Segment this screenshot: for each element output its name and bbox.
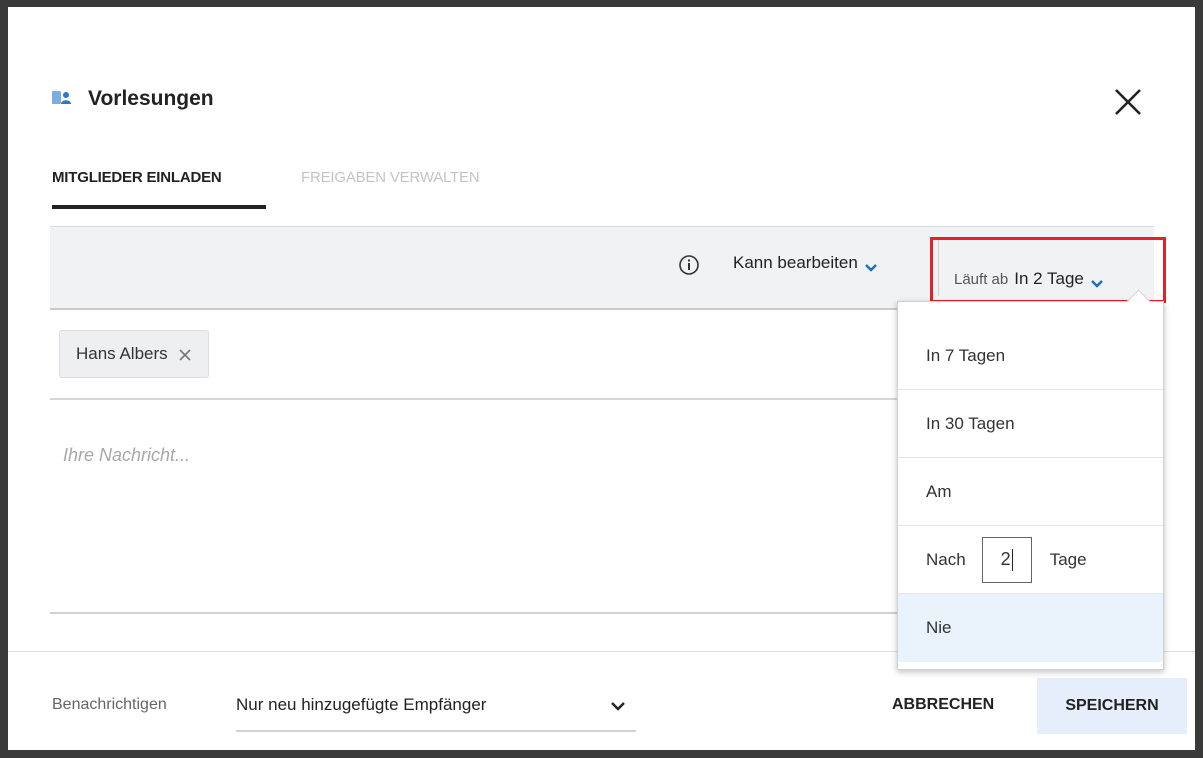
text-cursor <box>1011 548 1013 571</box>
expiry-option-7-days[interactable]: In 7 Tagen <box>898 322 1163 390</box>
remove-recipient-icon[interactable] <box>178 347 192 361</box>
cancel-button[interactable]: ABBRECHEN <box>892 696 994 714</box>
message-underline <box>50 612 910 614</box>
group-folder-icon <box>52 89 74 110</box>
save-button[interactable]: SPEICHERN <box>1037 678 1187 734</box>
share-dialog: Vorlesungen MITGLIEDER EINLADEN FREIGABE… <box>8 7 1195 750</box>
permission-select[interactable]: Kann bearbeiten <box>733 253 878 273</box>
dialog-header: Vorlesungen <box>52 87 214 111</box>
tab-invite-members[interactable]: MITGLIEDER EINLADEN <box>52 169 222 186</box>
after-label: Nach <box>926 549 966 569</box>
active-tab-indicator <box>52 205 266 209</box>
expiry-option-never[interactable]: Nie <box>898 594 1163 662</box>
tab-manage-shares[interactable]: FREIGABEN VERWALTEN <box>301 169 480 186</box>
message-input[interactable]: Ihre Nachricht... <box>63 445 190 466</box>
expiry-option-after-days[interactable]: Nach 2 Tage <box>898 526 1163 594</box>
expiry-select[interactable]: Läuft ab In 2 Tage <box>954 269 1104 289</box>
expiry-option-on-date[interactable]: Am <box>898 458 1163 526</box>
expiry-option-30-days[interactable]: In 30 Tagen <box>898 390 1163 458</box>
notify-select[interactable]: Nur neu hinzugefügte Empfänger <box>236 682 636 732</box>
expiry-dropdown-menu: In 7 Tagen In 30 Tagen Am Nach 2 Tage Ni… <box>897 289 1164 670</box>
notify-label: Benachrichtigen <box>52 696 167 713</box>
days-input[interactable]: 2 <box>981 536 1032 583</box>
chevron-down-icon <box>1090 274 1104 288</box>
chevron-down-icon <box>610 700 626 712</box>
permission-label: Kann bearbeiten <box>733 253 858 272</box>
expiry-value: In 2 Tage <box>1014 269 1084 288</box>
dialog-title: Vorlesungen <box>88 87 214 110</box>
close-icon[interactable] <box>1111 85 1145 119</box>
notify-value: Nur neu hinzugefügte Empfänger <box>236 695 487 714</box>
recipient-chip: Hans Albers <box>59 330 209 378</box>
recipient-name: Hans Albers <box>76 344 168 363</box>
days-value: 2 <box>1000 549 1011 569</box>
info-icon[interactable] <box>678 254 700 276</box>
expiry-prefix: Läuft ab <box>954 270 1009 288</box>
days-unit-label: Tage <box>1049 549 1087 569</box>
recipients-field[interactable]: Hans Albers <box>50 310 910 400</box>
chevron-down-icon <box>864 258 878 272</box>
